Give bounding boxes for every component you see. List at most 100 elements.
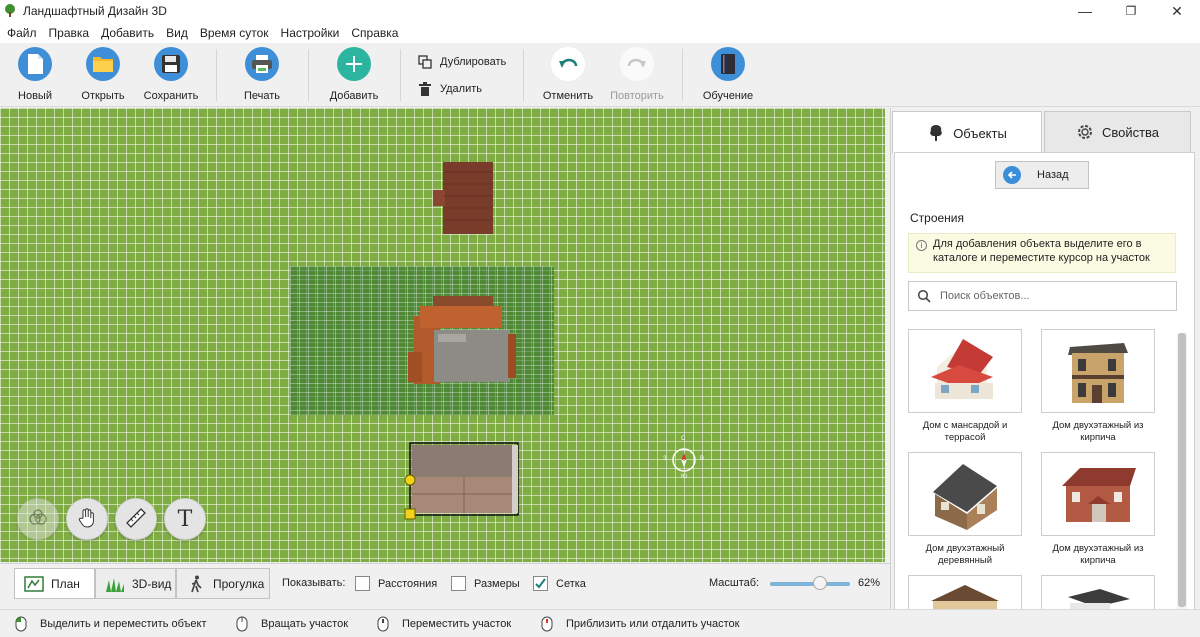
scale-value: 62%: [858, 577, 881, 589]
undo-button[interactable]: Отменить: [533, 47, 603, 102]
folder-icon: [86, 47, 120, 81]
floppy-icon: [154, 47, 188, 81]
mouse-scroll-icon: [540, 615, 554, 633]
selected-building[interactable]: [404, 442, 522, 524]
search-field[interactable]: Поиск объектов...: [908, 281, 1177, 311]
back-button[interactable]: Назад: [995, 161, 1089, 189]
checkmark-icon: [535, 578, 546, 589]
menu-view[interactable]: Вид: [161, 26, 195, 40]
new-button[interactable]: Новый: [0, 47, 70, 102]
menu-help[interactable]: Справка: [346, 26, 405, 40]
catalog-item[interactable]: Дом двухэтажный из кирпича: [1041, 329, 1155, 444]
tab-properties[interactable]: Свойства: [1044, 111, 1191, 153]
scrollbar-thumb[interactable]: [1178, 333, 1186, 607]
status-select-move-label: Выделить и переместить объект: [40, 618, 207, 630]
status-zoom-label: Приблизить или отдалить участок: [566, 618, 740, 630]
catalog-item-label: Дом двухэтажный деревянный: [925, 543, 1005, 566]
distances-checkbox[interactable]: Расстояния: [355, 576, 437, 591]
status-zoom: Приблизить или отдалить участок: [540, 615, 739, 633]
delete-button[interactable]: Удалить: [418, 82, 482, 96]
menu-settings[interactable]: Настройки: [276, 26, 347, 40]
hint-text: Для добавления объекта выделите его в ка…: [933, 238, 1150, 264]
menu-time-of-day[interactable]: Время суток: [195, 26, 276, 40]
save-label: Сохранить: [143, 90, 199, 102]
tab-objects[interactable]: Объекты: [892, 111, 1042, 154]
minimize-button[interactable]: —: [1062, 0, 1108, 22]
app-tree-icon: [3, 4, 17, 18]
side-panel: Объекты Свойства Назад Строения i Для до…: [890, 108, 1200, 637]
view-bar: План 3D-вид Прогулка Показывать: Расстоя…: [0, 563, 890, 604]
print-label: Печать: [243, 90, 281, 102]
trash-icon: [418, 82, 432, 96]
sizes-label: Размеры: [474, 577, 520, 590]
mouse-middle-click-icon: [376, 615, 390, 633]
info-icon: i: [916, 240, 927, 251]
catalog-item[interactable]: Дом двухэтажный из кирпича: [1041, 452, 1155, 567]
toolbar: Новый Открыть Сохранить Печать Добавить …: [0, 43, 1200, 107]
plan-canvas[interactable]: С Ю З В T: [0, 108, 885, 562]
ruler-icon: [125, 507, 147, 532]
menu-file[interactable]: Файл: [2, 26, 44, 40]
arrow-left-icon: [1003, 166, 1021, 184]
pan-tool-button[interactable]: [66, 498, 108, 540]
new-document-icon: [18, 47, 52, 81]
add-label: Добавить: [329, 90, 379, 102]
close-button[interactable]: ✕: [1154, 0, 1200, 22]
maximize-button[interactable]: ❐: [1108, 0, 1154, 22]
tutorial-button[interactable]: Обучение: [693, 47, 763, 102]
mouse-right-click-icon: [235, 615, 249, 633]
catalog-scrollbar[interactable]: [1177, 333, 1187, 623]
back-label: Назад: [1037, 169, 1069, 181]
distances-checkbox-box[interactable]: [355, 576, 370, 591]
grass-icon: [104, 575, 126, 593]
add-button[interactable]: Добавить: [319, 47, 389, 102]
redo-label: Повторить: [610, 90, 664, 102]
redo-button[interactable]: Повторить: [602, 47, 672, 102]
status-move: Переместить участок: [376, 615, 511, 633]
plus-icon: [337, 47, 371, 81]
plan-map-icon: [23, 575, 45, 593]
printer-icon: [245, 47, 279, 81]
catalog-item[interactable]: Дом с мансардой и террасой: [908, 329, 1022, 444]
duplicate-button[interactable]: Дублировать: [418, 55, 506, 69]
view-3d-button[interactable]: 3D-вид: [95, 568, 176, 599]
duplicate-label: Дублировать: [440, 56, 507, 68]
compass-north: С: [681, 436, 686, 442]
grid-label: Сетка: [556, 577, 586, 590]
tree-icon: [927, 124, 945, 142]
print-button[interactable]: Печать: [227, 47, 297, 102]
sizes-checkbox[interactable]: Размеры: [451, 576, 520, 591]
status-bar: Выделить и переместить объект Вращать уч…: [0, 609, 1200, 637]
layers-icon: [27, 508, 49, 530]
gear-icon: [1076, 123, 1094, 141]
scale-slider-knob[interactable]: [812, 576, 827, 590]
catalog-item[interactable]: Дом двухэтажный деревянный: [908, 452, 1022, 567]
main-house[interactable]: [408, 296, 516, 388]
grid-checkbox-box[interactable]: [533, 576, 548, 591]
scale-slider[interactable]: [770, 576, 850, 590]
view-walk-button[interactable]: Прогулка: [176, 568, 270, 599]
roof-building-small[interactable]: [433, 162, 495, 236]
catalog-item-label: Дом двухэтажный из кирпича: [1052, 543, 1144, 566]
menu-add[interactable]: Добавить: [96, 26, 161, 40]
layers-tool-button[interactable]: [17, 498, 59, 540]
text-tool-button[interactable]: T: [164, 498, 206, 540]
grid-checkbox[interactable]: Сетка: [533, 576, 586, 591]
brick-house-thumbnail: [1041, 452, 1155, 536]
sizes-checkbox-box[interactable]: [451, 576, 466, 591]
catalog-list: Дом с мансардой и террасой Дом двухэтажн…: [908, 319, 1168, 630]
menu-edit[interactable]: Правка: [44, 26, 97, 40]
scale-label: Масштаб:: [709, 577, 760, 589]
save-button[interactable]: Сохранить: [136, 47, 206, 102]
tutorial-label: Обучение: [702, 90, 754, 102]
view-3d-label: 3D-вид: [132, 576, 172, 591]
status-rotate-label: Вращать участок: [261, 618, 349, 630]
menu-bar: Файл Правка Добавить Вид Время суток Нас…: [0, 22, 1200, 43]
ruler-tool-button[interactable]: [115, 498, 157, 540]
mouse-left-click-icon: [14, 615, 28, 633]
section-title: Строения: [910, 211, 965, 225]
view-plan-label: План: [51, 576, 80, 591]
view-plan-button[interactable]: План: [14, 568, 95, 599]
brick-two-storey-house-thumbnail: [1041, 329, 1155, 413]
open-button[interactable]: Открыть: [68, 47, 138, 102]
